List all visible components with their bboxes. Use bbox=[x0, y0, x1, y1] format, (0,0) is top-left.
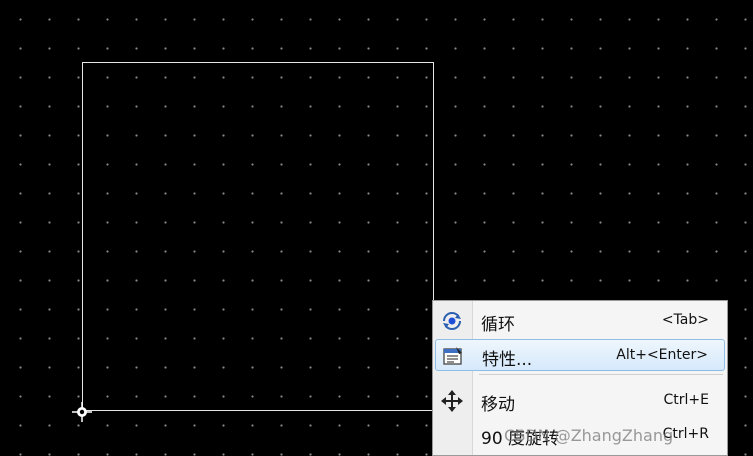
menu-item-move[interactable]: 移动 Ctrl+E bbox=[435, 385, 725, 417]
menu-item-rotate-90[interactable]: 90 度旋转 Ctrl+R bbox=[435, 419, 725, 451]
context-menu: 循环 <Tab> 特性... Alt+<Enter> 移动 Ctrl+E 90 … bbox=[432, 300, 728, 456]
menu-item-label: 移动 bbox=[481, 395, 515, 415]
snap-point-icon[interactable] bbox=[72, 402, 92, 422]
menu-item-shortcut: Ctrl+E bbox=[663, 392, 710, 408]
menu-item-shortcut: Alt+<Enter> bbox=[616, 347, 708, 363]
cycle-icon bbox=[443, 312, 461, 330]
menu-item-label: 90 度旋转 bbox=[481, 429, 560, 449]
menu-separator bbox=[479, 374, 723, 375]
rectangle-shape[interactable] bbox=[82, 62, 434, 411]
schematic-canvas[interactable]: 循环 <Tab> 特性... Alt+<Enter> 移动 Ctrl+E 90 … bbox=[0, 0, 753, 456]
menu-item-label: 循环 bbox=[481, 315, 515, 335]
menu-item-cycle[interactable]: 循环 <Tab> bbox=[435, 305, 725, 337]
menu-item-shortcut: Ctrl+R bbox=[662, 426, 709, 442]
menu-item-shortcut: <Tab> bbox=[661, 312, 709, 328]
menu-item-label: 特性... bbox=[482, 350, 533, 370]
menu-item-properties[interactable]: 特性... Alt+<Enter> bbox=[435, 339, 725, 371]
properties-icon bbox=[443, 347, 462, 365]
move-icon bbox=[441, 390, 463, 412]
